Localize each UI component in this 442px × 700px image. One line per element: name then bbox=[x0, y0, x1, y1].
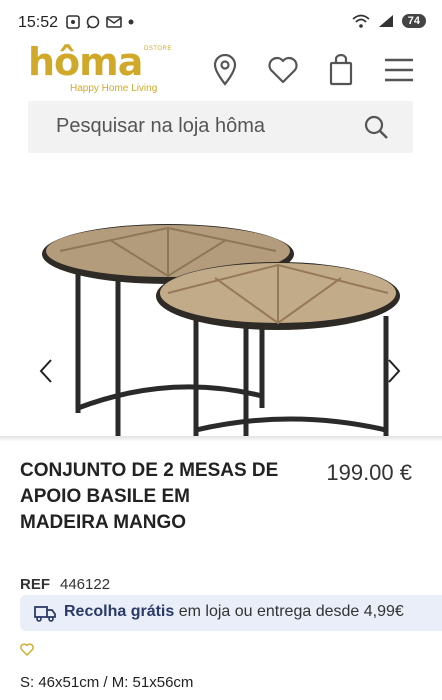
product-image bbox=[42, 224, 400, 438]
next-image-arrow[interactable] bbox=[386, 358, 402, 384]
product-dimensions: S: 46x51cm / M: 51x56cm bbox=[20, 674, 194, 691]
bag-icon bbox=[329, 54, 353, 86]
search-input[interactable]: Pesquisar na loja hôma bbox=[56, 115, 265, 138]
cart-button[interactable] bbox=[323, 52, 359, 88]
shipping-info-banner: Recolha grátis em loja ou entrega desde … bbox=[20, 595, 442, 631]
logo-wordmark: hôma bbox=[28, 40, 143, 84]
location-icon bbox=[213, 54, 237, 86]
menu-button[interactable] bbox=[381, 52, 417, 88]
shipping-text: Recolha grátis em loja ou entrega desde … bbox=[64, 603, 404, 621]
system-icons: 74 bbox=[352, 14, 426, 28]
product-image-gallery[interactable] bbox=[0, 168, 442, 438]
shipping-highlight: Recolha grátis bbox=[64, 603, 175, 620]
ref-value: 446122 bbox=[60, 576, 111, 593]
status-time: 15:52 bbox=[18, 14, 59, 31]
sheet-divider bbox=[0, 436, 442, 442]
whatsapp-icon bbox=[86, 15, 100, 29]
previous-image-arrow[interactable] bbox=[38, 358, 54, 384]
logo-tagline: Happy Home Living bbox=[70, 83, 158, 94]
product-ref: REF 446122 bbox=[20, 576, 110, 593]
product-title: CONJUNTO DE 2 MESAS DE APOIO BASILE EM M… bbox=[20, 460, 279, 533]
status-bar: 15:52 74 bbox=[0, 0, 442, 44]
wishlist-button[interactable] bbox=[265, 52, 301, 88]
homa-logo[interactable]: hôma DSTORE Happy Home Living bbox=[28, 40, 171, 98]
add-to-wishlist-icon[interactable] bbox=[20, 643, 34, 656]
search-bar[interactable]: Pesquisar na loja hôma bbox=[28, 101, 413, 153]
signal-icon bbox=[378, 15, 393, 27]
store-locator-button[interactable] bbox=[207, 52, 243, 88]
site-header: hôma DSTORE Happy Home Living bbox=[0, 40, 442, 98]
product-price: 199.00 € bbox=[326, 460, 412, 485]
heart-icon bbox=[268, 56, 298, 84]
battery-indicator: 74 bbox=[401, 14, 426, 28]
notification-icons bbox=[66, 15, 134, 29]
menu-icon bbox=[385, 58, 413, 82]
truck-icon bbox=[34, 606, 56, 622]
search-icon[interactable] bbox=[363, 114, 389, 140]
mail-icon bbox=[106, 16, 122, 28]
shipping-detail: em loja ou entrega desde 4,99€ bbox=[178, 603, 404, 620]
logo-store-label: DSTORE bbox=[144, 46, 172, 52]
dot-icon bbox=[128, 19, 134, 25]
wifi-icon bbox=[352, 14, 370, 28]
ref-label: REF bbox=[20, 576, 50, 593]
screenshot-icon bbox=[66, 15, 80, 29]
